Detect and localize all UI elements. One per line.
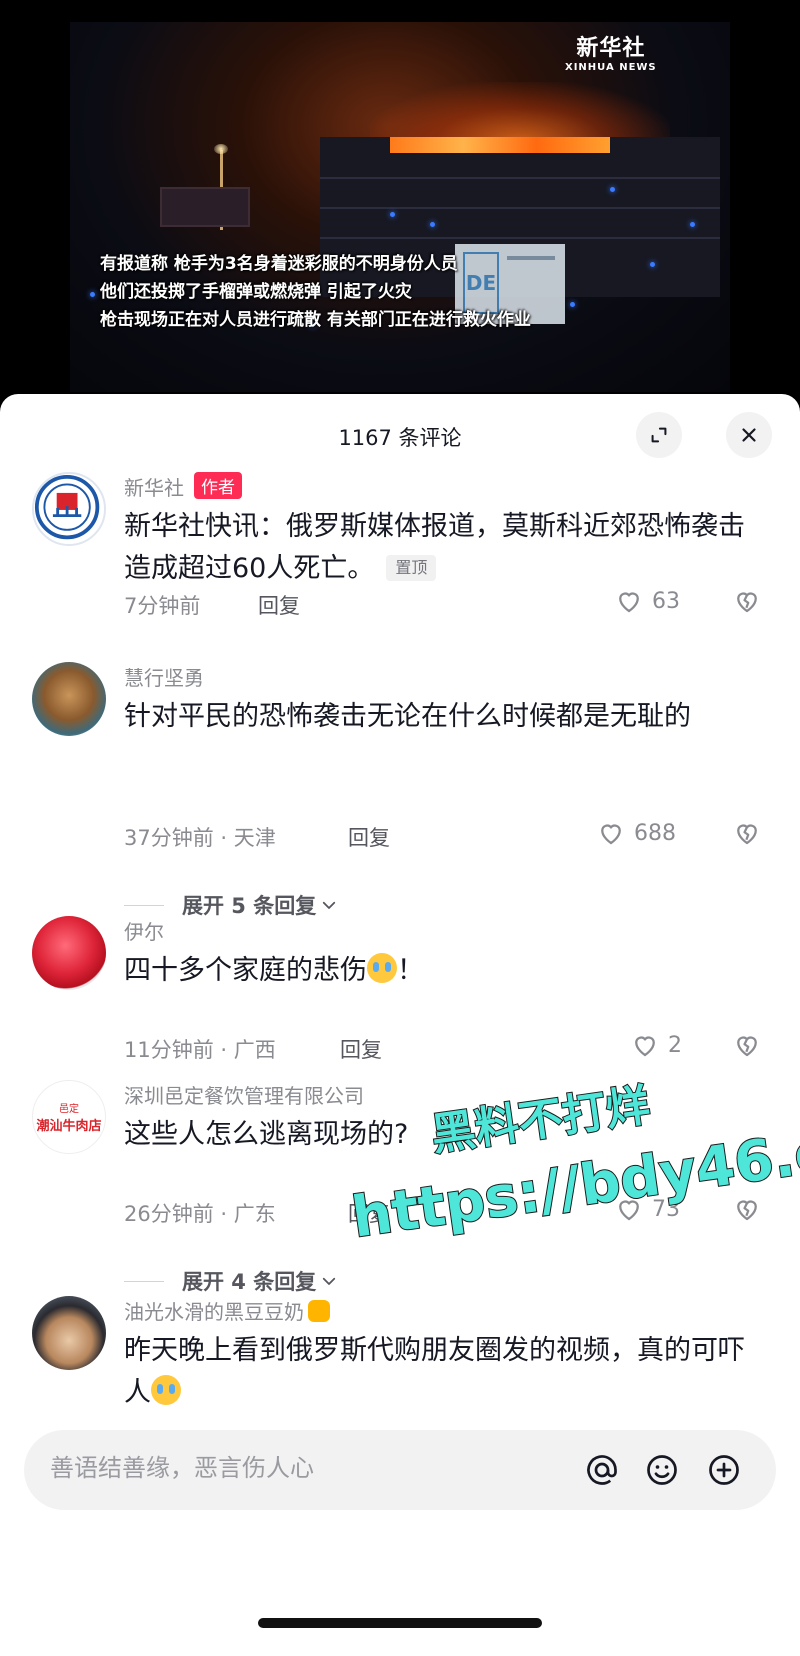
- comment-body: 昨天晚上看到俄罗斯代购朋友圈发的视频，真的可吓人: [124, 1335, 745, 1408]
- image-icon[interactable]: [706, 1452, 742, 1488]
- avatar-user[interactable]: [32, 662, 106, 736]
- emoji-icon[interactable]: [644, 1452, 680, 1488]
- chevron-down-icon: [323, 1277, 336, 1285]
- broken-heart-icon[interactable]: [732, 1194, 762, 1224]
- expand-divider: [124, 1280, 164, 1282]
- avatar-restaurant[interactable]: 邑定 潮汕牛肉店: [32, 1080, 106, 1154]
- comment-author[interactable]: 新华社 作者: [124, 472, 242, 501]
- avatar-user[interactable]: [32, 916, 106, 990]
- like-count: 63: [652, 588, 680, 614]
- xinhua-watermark: 新华社 XINHUA NEWS: [565, 30, 657, 73]
- reply-button[interactable]: 回复: [258, 590, 300, 620]
- reply-button[interactable]: 回复: [348, 822, 390, 852]
- comment-time: 7分钟前: [124, 594, 201, 618]
- comment-time: 11分钟前 · 广西: [124, 1038, 276, 1062]
- heart-icon: [601, 824, 621, 845]
- reply-button[interactable]: 回复: [340, 1034, 382, 1064]
- home-indicator: [258, 1618, 542, 1628]
- chevron-down-icon: [323, 901, 336, 909]
- at-mention-icon[interactable]: [584, 1452, 620, 1488]
- video-caption-2: 他们还投掷了手榴弹或燃烧弹 引起了火灾: [100, 282, 412, 302]
- like-button[interactable]: 2: [630, 1030, 682, 1060]
- avatar-text: 潮汕牛肉店: [36, 1119, 102, 1134]
- comment-text[interactable]: 新华社快讯：俄罗斯媒体报道，莫斯科近郊恐怖袭击造成超过60人死亡。 置顶: [124, 506, 754, 590]
- sheet-header: 1167 条评论: [0, 394, 800, 472]
- like-button[interactable]: 688: [596, 818, 676, 848]
- crying-emoji-icon: [367, 953, 397, 983]
- comment-input-pill[interactable]: [24, 1430, 776, 1510]
- close-button[interactable]: [726, 412, 772, 458]
- video-caption-1: 有报道称 枪手为3名身着迷彩服的不明身份人员: [100, 254, 458, 274]
- expand-replies-button[interactable]: 展开 4 条回复: [124, 1266, 338, 1296]
- like-count: 688: [634, 820, 676, 846]
- video-frame: DE: [70, 22, 730, 392]
- expand-label: 展开 4 条回复: [182, 1270, 317, 1294]
- expand-sheet-button[interactable]: [636, 412, 682, 458]
- heart-icon: [619, 592, 639, 613]
- heart-icon: [635, 1036, 655, 1057]
- xinhua-logo-icon: [34, 474, 100, 540]
- avatar-small-text: 邑定: [59, 1104, 79, 1115]
- comment-sheet: 1167 条评论 新华社 作者 新华社快讯：俄罗斯媒体报道，莫斯科近郊恐怖袭击造…: [0, 394, 800, 1656]
- author-badge: 作者: [194, 472, 242, 499]
- comment-text[interactable]: 昨天晚上看到俄罗斯代购朋友圈发的视频，真的可吓人: [124, 1330, 754, 1414]
- comment-author[interactable]: 慧行坚勇: [124, 662, 204, 691]
- comment-time: 37分钟前 · 天津: [124, 826, 276, 850]
- expand-label: 展开 5 条回复: [182, 894, 317, 918]
- expand-icon: [651, 427, 667, 443]
- author-name[interactable]: 新华社: [124, 476, 184, 500]
- like-count: 2: [668, 1032, 682, 1058]
- broken-heart-icon[interactable]: [732, 586, 762, 616]
- video-player[interactable]: DE 新华社 XINHUA NEWS 有报道称 枪手为3名身着迷彩服的不明身份人…: [0, 0, 800, 400]
- broken-heart-icon[interactable]: [732, 818, 762, 848]
- comment-author[interactable]: 伊尔: [124, 916, 164, 945]
- watermark-cn: 新华社: [576, 36, 646, 61]
- comment-input[interactable]: [50, 1454, 470, 1482]
- crying-emoji-icon: [151, 1375, 181, 1405]
- author-name: 油光水滑的黑豆豆奶: [124, 1300, 304, 1324]
- comment-time: 26分钟前 · 广东: [124, 1202, 276, 1226]
- close-icon: [742, 428, 756, 442]
- avatar-user[interactable]: [32, 1296, 106, 1370]
- watermark-en: XINHUA NEWS: [565, 62, 657, 73]
- broken-heart-icon[interactable]: [732, 1030, 762, 1060]
- cat-emoji-icon: [308, 1300, 330, 1322]
- comment-body-suffix: ！: [397, 955, 424, 986]
- pinned-badge: 置顶: [386, 555, 437, 581]
- comment-author[interactable]: 油光水滑的黑豆豆奶: [124, 1296, 330, 1325]
- video-caption-3: 枪击现场正在对人员进行疏散 有关部门正在进行救火作业: [100, 310, 531, 330]
- comment-text[interactable]: 四十多个家庭的悲伤 ！: [124, 950, 754, 992]
- expand-divider: [124, 904, 164, 906]
- comment-body: 四十多个家庭的悲伤: [124, 955, 367, 986]
- building-sign: [160, 187, 250, 227]
- avatar-xinhua[interactable]: [32, 472, 106, 546]
- like-button[interactable]: 63: [614, 586, 680, 616]
- comment-author[interactable]: 深圳邑定餐饮管理有限公司: [124, 1080, 364, 1109]
- comment-input-bar: [0, 1412, 800, 1656]
- comment-text[interactable]: 针对平民的恐怖袭击无论在什么时候都是无耻的: [124, 696, 754, 738]
